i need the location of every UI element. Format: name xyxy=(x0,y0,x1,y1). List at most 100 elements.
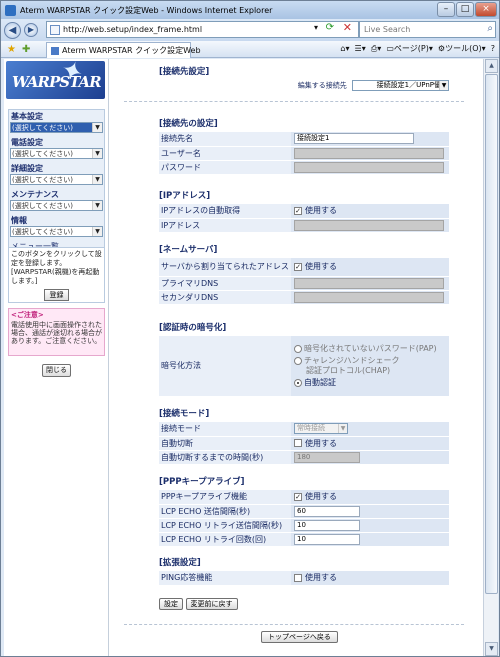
ping-response-checkbox[interactable] xyxy=(294,573,302,582)
help-icon[interactable]: ? xyxy=(491,44,495,53)
top-page-button[interactable]: トップページへ戻る xyxy=(261,631,338,643)
connection-table: 接続先名 接続設定1 ユーザー名 パスワード xyxy=(159,132,449,175)
basic-settings-select[interactable]: (選択してください) ▼ xyxy=(10,122,103,133)
feeds-icon[interactable]: ☰▾ xyxy=(355,44,366,53)
stop-icon[interactable]: ✕ xyxy=(343,21,352,34)
form-buttons: 設定 変更前に戻す xyxy=(159,598,238,610)
radio-pap[interactable] xyxy=(294,344,302,353)
print-icon[interactable]: ⎙▾ xyxy=(371,44,381,53)
page-title: [接続先設定] xyxy=(159,67,210,77)
scroll-up-icon[interactable]: ▲ xyxy=(485,59,498,73)
row-label: 接続先名 xyxy=(159,132,291,147)
ip-auto-checkbox[interactable]: ✓ xyxy=(294,206,302,215)
select-value: (選択してください) xyxy=(12,228,74,236)
section-connection: [接続先の設定] 接続先名 接続設定1 ユーザー名 パスワード xyxy=(159,117,449,175)
browser-tab[interactable]: Aterm WARPSTAR クイック設定Web xyxy=(46,42,201,58)
section-title: [認証時の暗号化] xyxy=(159,323,227,333)
tab-page-icon xyxy=(51,46,59,55)
maintenance-select[interactable]: (選択してください) ▼ xyxy=(10,200,103,211)
section-title: [拡張設定] xyxy=(159,558,201,568)
row-label: LCP ECHO 送信間隔(秒) xyxy=(159,504,291,519)
radio-auto[interactable] xyxy=(294,378,302,387)
keepalive-table: PPPキープアライブ機能 ✓ 使用する LCP ECHO 送信間隔(秒) 60 LCP… xyxy=(159,490,449,547)
advanced-settings-select[interactable]: (選択してください) ▼ xyxy=(10,174,103,185)
radio-label: 自動認証 xyxy=(304,378,336,388)
select-value: (選択してください) xyxy=(12,150,74,158)
page-menu[interactable]: ▭ページ(P)▾ xyxy=(386,44,432,53)
caution-text: 電話使用中に画面操作された場合、通話が途切れる場合があります。ご注意ください。 xyxy=(11,321,102,345)
connection-name-field[interactable]: 接続設定1 xyxy=(294,133,414,145)
pap-option[interactable]: 暗号化されていないパスワード(PAP) xyxy=(294,344,446,354)
close-button[interactable]: 閉じる xyxy=(42,364,71,377)
dns-auto-checkbox[interactable]: ✓ xyxy=(294,262,302,271)
secondary-dns-field xyxy=(294,291,444,303)
address-bar: ◀ ▶ http://web.setup/index_frame.html ▾ … xyxy=(1,19,499,41)
url-dropdown-icon[interactable]: ▾ xyxy=(314,23,318,32)
mode-table: 接続モード 常時接続 ▼ 自動切断 使用する 自動切断するまでの時間(秒) 180 xyxy=(159,422,449,465)
row-label: セカンダリDNS xyxy=(159,290,291,305)
row-label: プライマリDNS xyxy=(159,276,291,291)
forward-icon[interactable]: ▶ xyxy=(24,23,38,37)
page-content: WARPSTAR ✦ 基本設定 (選択してください) ▼ 電話設定 (選択してくだ… xyxy=(4,59,483,656)
url-field[interactable]: http://web.setup/index_frame.html ▾ ⟳ ✕ xyxy=(46,21,359,38)
edit-target-label: 編集する接続先 xyxy=(297,81,347,90)
vertical-scrollbar[interactable]: ▲ ▼ xyxy=(483,59,498,656)
radio-label: チャレンジハンドシェーク xyxy=(304,356,400,366)
ip-table: IPアドレスの自動取得 ✓ 使用する IPアドレス xyxy=(159,204,449,233)
menu-group-label: 情報 xyxy=(11,216,27,225)
caution-title: <ご注意> xyxy=(11,311,44,319)
password-field xyxy=(294,161,444,173)
row-label: PING応答機能 xyxy=(159,571,291,586)
footer: トップページへ戻る xyxy=(261,631,338,643)
register-button[interactable]: 登録 xyxy=(44,289,69,301)
lcp-echo-interval-field[interactable]: 60 xyxy=(294,505,360,517)
close-window-button[interactable]: × xyxy=(475,2,497,17)
auto-auth-option[interactable]: 自動認証 xyxy=(294,378,446,388)
scroll-thumb[interactable] xyxy=(485,74,498,594)
minimize-button[interactable]: – xyxy=(437,2,455,17)
row-label: 自動切断 xyxy=(159,436,291,451)
primary-dns-field xyxy=(294,277,444,289)
row-label: 暗号化方法 xyxy=(159,336,291,397)
refresh-icon[interactable]: ⟳ xyxy=(326,22,334,33)
lcp-retry-interval-field[interactable]: 10 xyxy=(294,519,360,531)
home-icon[interactable]: ⌂▾ xyxy=(340,44,349,53)
info-select[interactable]: (選択してください) ▼ xyxy=(10,226,103,237)
dns-table: サーバから割り当てられたアドレス ✓ 使用する プライマリDNS セカンダリDNS xyxy=(159,258,449,305)
keepalive-checkbox[interactable]: ✓ xyxy=(294,492,302,501)
divider xyxy=(124,624,464,625)
tools-menu-label: ツール(O) xyxy=(445,44,482,53)
chevron-down-icon: ▼ xyxy=(92,149,102,158)
phone-settings-select[interactable]: (選択してください) ▼ xyxy=(10,148,103,159)
select-value: 接続設定1／UPnP優先 xyxy=(376,81,448,89)
checkbox-label: 使用する xyxy=(305,492,337,502)
tools-menu[interactable]: ⚙ツール(O)▾ xyxy=(438,44,486,53)
scroll-down-icon[interactable]: ▼ xyxy=(485,642,498,656)
menu-group-basic: 基本設定 (選択してください) ▼ xyxy=(9,110,104,136)
maximize-button[interactable]: □ xyxy=(456,2,474,17)
search-icon[interactable]: ⌕ xyxy=(487,23,493,34)
chap-option[interactable]: チャレンジハンドシェーク xyxy=(294,356,446,366)
row-label: 自動切断するまでの時間(秒) xyxy=(159,450,291,465)
revert-button[interactable]: 変更前に戻す xyxy=(185,598,238,610)
search-input[interactable]: Live Search ⌕ xyxy=(359,21,496,38)
select-value: (選択してください) xyxy=(12,124,74,132)
radio-chap[interactable] xyxy=(294,356,302,365)
search-placeholder: Live Search xyxy=(364,25,411,34)
checkbox-label: 使用する xyxy=(305,262,337,272)
auto-disconnect-checkbox[interactable] xyxy=(294,439,302,447)
back-icon[interactable]: ◀ xyxy=(4,21,21,39)
title-bar: Aterm WARPSTAR クイック設定Web - Windows Inter… xyxy=(1,1,499,19)
favorites-star-icon[interactable]: ★ xyxy=(7,44,16,55)
row-label: LCP ECHO リトライ送信間隔(秒) xyxy=(159,518,291,533)
set-button[interactable]: 設定 xyxy=(159,598,183,610)
command-bar: ★ ✚ Aterm WARPSTAR クイック設定Web ⌂▾ ☰▾ ⎙▾ ▭ペ… xyxy=(1,41,499,58)
lcp-retry-count-field[interactable]: 10 xyxy=(294,533,360,545)
add-favorites-icon[interactable]: ✚ xyxy=(22,44,30,55)
register-note: このボタンをクリックして設定を登録します。[WARPSTAR(親機)を再起動しま… xyxy=(8,247,105,303)
edit-target-select[interactable]: 接続設定1／UPnP優先 ▼ xyxy=(352,80,449,91)
side-menu: 基本設定 (選択してください) ▼ 電話設定 (選択してください) ▼ 詳細設定 (… xyxy=(8,109,105,255)
menu-group-advanced: 詳細設定 (選択してください) ▼ xyxy=(9,162,104,188)
row-label: サーバから割り当てられたアドレス xyxy=(159,258,291,277)
row-label: IPアドレス xyxy=(159,218,291,233)
